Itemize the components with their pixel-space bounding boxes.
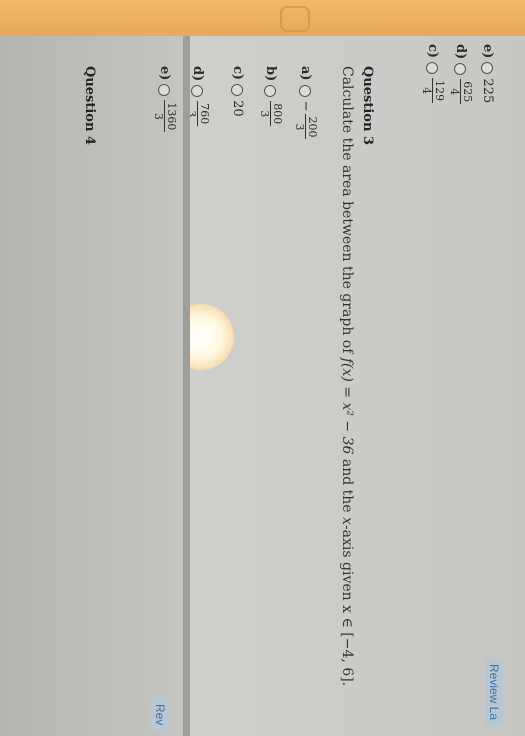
- prev-option-d[interactable]: d) 625 4: [448, 44, 474, 105]
- interval: x ∈ [−4, 6].: [339, 605, 355, 687]
- radio-button[interactable]: [481, 62, 494, 75]
- question-4-card: e) 1360 3 Question 4 Rev: [0, 36, 183, 736]
- denominator: 3: [293, 123, 306, 131]
- question-3-heading: Question 3: [360, 66, 375, 146]
- review-button-q4[interactable]: Rev: [151, 698, 169, 732]
- radio-button[interactable]: [158, 84, 171, 97]
- numerator: 760: [197, 101, 211, 127]
- denominator: 3: [152, 112, 165, 120]
- minus-sign: −: [298, 100, 313, 112]
- fraction: 129 4: [420, 78, 446, 104]
- option-c[interactable]: c) 20: [230, 66, 245, 117]
- prev-option-c[interactable]: c) 129 4: [420, 44, 446, 104]
- home-button: [280, 6, 310, 32]
- option-b[interactable]: b) 800 3: [258, 66, 284, 127]
- question-3-text: Calculate the area between the graph of …: [339, 66, 355, 686]
- numerator: 200: [305, 114, 319, 140]
- option-letter: c): [230, 66, 245, 81]
- radio-button[interactable]: [426, 62, 439, 75]
- option-a[interactable]: a) − 200 3: [293, 66, 319, 140]
- radio-button[interactable]: [231, 84, 244, 97]
- radio-button[interactable]: [454, 63, 467, 76]
- fraction: 800 3: [258, 101, 284, 127]
- option-value: 20: [230, 100, 245, 117]
- question-text-middle: and the: [339, 454, 355, 518]
- tablet-screen: c) 129 4 d) 625 4 e) 225 Question 3 Calc…: [0, 36, 525, 736]
- question-4-heading: Question 4: [82, 66, 97, 146]
- tablet-bezel: [0, 0, 525, 40]
- denominator: 4: [420, 87, 433, 95]
- denominator: 3: [258, 110, 271, 118]
- numerator: 800: [270, 101, 284, 127]
- denominator: 4: [448, 88, 461, 96]
- axis-variable: x: [339, 517, 355, 525]
- option-letter: c): [425, 44, 440, 59]
- option-letter: d): [453, 44, 468, 60]
- prev-option-e[interactable]: e) 225: [480, 44, 495, 103]
- question-divider: [183, 36, 190, 736]
- option-letter: b): [263, 66, 278, 82]
- option-letter: e): [480, 44, 495, 59]
- radio-button[interactable]: [264, 85, 277, 98]
- question-text-prefix: Calculate the area between the graph of: [339, 66, 355, 358]
- fraction: 1360 3: [152, 100, 178, 133]
- review-later-button[interactable]: Review La: [485, 658, 503, 727]
- option-letter: d): [190, 66, 205, 82]
- fraction: 200 3: [293, 114, 319, 140]
- radio-button[interactable]: [191, 85, 204, 98]
- option-value: 225: [480, 78, 495, 104]
- rotated-page: c) 129 4 d) 625 4 e) 225 Question 3 Calc…: [0, 36, 525, 736]
- numerator: 625: [460, 79, 474, 105]
- numerator: 129: [432, 78, 446, 104]
- fraction: 625 4: [448, 79, 474, 105]
- option-letter: e): [157, 66, 172, 81]
- option-letter: a): [298, 66, 313, 81]
- radio-button[interactable]: [299, 84, 312, 97]
- numerator: 1360: [164, 100, 178, 133]
- question-text-suffix: -axis given: [339, 524, 355, 606]
- option-e[interactable]: e) 1360 3: [152, 66, 178, 133]
- function-expression: f(x) = x² − 36: [339, 357, 355, 455]
- question-3-card: c) 129 4 d) 625 4 e) 225 Question 3 Calc…: [168, 36, 525, 736]
